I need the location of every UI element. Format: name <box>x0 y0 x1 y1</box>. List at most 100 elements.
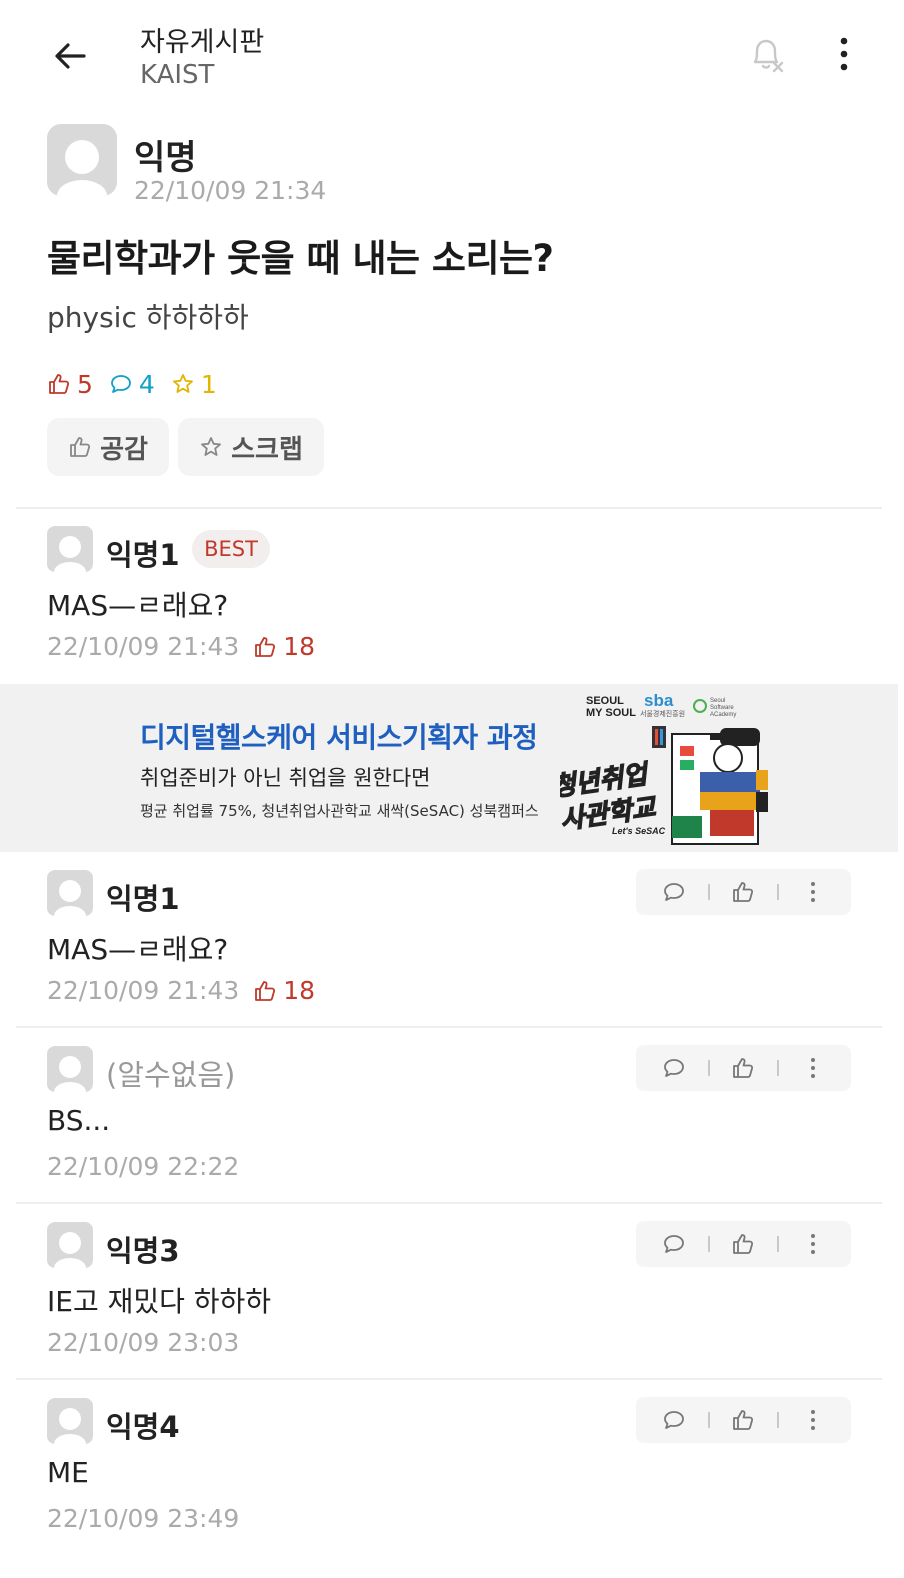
comment-avatar <box>47 526 93 572</box>
like-button-label: 공감 <box>100 434 148 465</box>
thumbs-up-icon <box>733 1410 754 1430</box>
comment-author: 익명3 <box>106 1234 180 1268</box>
comment-timestamp: 22/10/09 21:43 <box>47 632 240 661</box>
separator <box>777 1060 780 1076</box>
comment-timestamp: 22/10/09 23:03 <box>47 1328 240 1357</box>
comment-like-button[interactable] <box>721 872 765 912</box>
back-button[interactable] <box>48 34 92 78</box>
ad-title: 디지털헬스케어 서비스기획자 과정 <box>140 721 538 754</box>
default-avatar-icon <box>54 880 86 916</box>
comment-actions <box>636 1045 851 1091</box>
default-avatar-icon <box>54 1408 86 1444</box>
comment-like-value: 18 <box>283 976 316 1005</box>
comment-author: 익명1 <box>106 538 180 572</box>
post-author: 익명 <box>134 138 197 178</box>
comment-timestamp: 22/10/09 23:49 <box>47 1504 240 1533</box>
separator <box>707 1412 710 1428</box>
comment-more-button[interactable] <box>791 872 835 912</box>
more-vertical-icon <box>811 1234 816 1254</box>
notification-off-button[interactable] <box>744 32 788 76</box>
scrap-button-label: 스크랩 <box>231 434 303 465</box>
more-vertical-icon <box>840 37 848 71</box>
star-icon <box>201 437 222 456</box>
comment-icon <box>663 883 684 901</box>
comment-icon <box>111 375 131 393</box>
post-title: 물리학과가 웃을 때 내는 소리는? <box>47 237 554 280</box>
thumbs-up-icon <box>255 636 276 657</box>
arrow-left-icon <box>55 43 86 69</box>
star-icon <box>172 374 193 393</box>
academy-logo-line2: Software <box>710 705 734 711</box>
comment-icon <box>663 1411 684 1429</box>
divider <box>16 507 882 509</box>
comment-body: MAS—ㄹ래요? <box>47 589 229 622</box>
default-avatar-icon <box>54 1056 86 1092</box>
seoul-logo-line1: SEOUL <box>586 695 624 707</box>
separator <box>777 1412 780 1428</box>
like-button[interactable]: 공감 <box>47 418 169 476</box>
separator <box>777 1236 780 1252</box>
default-avatar-icon <box>54 1232 86 1268</box>
reply-button[interactable] <box>652 1048 696 1088</box>
reply-button[interactable] <box>652 1400 696 1440</box>
comment-avatar <box>47 870 93 916</box>
board-subtitle: KAIST <box>140 60 215 90</box>
ad-art-text-3: Let's SeSAC <box>612 826 666 836</box>
comment-count: 4 <box>109 370 155 399</box>
comment-icon <box>663 1059 684 1077</box>
divider <box>16 1378 882 1380</box>
seoul-logo-line2: MY SOUL <box>586 707 636 719</box>
separator <box>777 884 780 900</box>
post-stats: 5 4 1 <box>47 368 233 400</box>
more-options-button[interactable] <box>822 32 866 76</box>
comment-like-button[interactable] <box>721 1400 765 1440</box>
separator <box>707 1060 710 1076</box>
comment-body: IE고 재밌다 하하하 <box>47 1285 272 1318</box>
ad-description: 평균 취업률 75%, 청년취업사관학교 새싹(SeSAC) 성북캠퍼스 <box>140 802 539 820</box>
comment-actions <box>636 1221 851 1267</box>
divider <box>16 1202 882 1204</box>
default-avatar-icon <box>54 536 86 572</box>
comment-more-button[interactable] <box>791 1048 835 1088</box>
comment-like-count: 18 <box>253 976 315 1005</box>
comment-author: 익명4 <box>106 1410 180 1444</box>
thumbs-up-icon <box>255 980 276 1001</box>
ad-subtitle: 취업준비가 아닌 취업을 원한다면 <box>140 766 431 790</box>
post-author-avatar <box>47 124 117 196</box>
comment-body: BS... <box>47 1104 111 1137</box>
sba-logo: sba <box>644 691 674 710</box>
reply-button[interactable] <box>652 1224 696 1264</box>
comment-author: 익명1 <box>106 882 180 916</box>
comment-like-button[interactable] <box>721 1224 765 1264</box>
comment-meta: 22/10/09 21:43 18 <box>47 976 315 1005</box>
comment-actions <box>636 1397 851 1443</box>
separator <box>707 884 710 900</box>
thumbs-up-icon <box>70 437 91 457</box>
comment-meta: 22/10/09 21:43 18 <box>47 632 315 661</box>
like-count: 5 <box>47 370 93 399</box>
ad-banner[interactable]: 디지털헬스케어 서비스기획자 과정 취업준비가 아닌 취업을 원한다면 평균 취… <box>0 684 898 852</box>
comment-more-button[interactable] <box>791 1400 835 1440</box>
reply-button[interactable] <box>652 872 696 912</box>
like-count-value: 5 <box>77 369 93 399</box>
comment-meta: 22/10/09 22:22 <box>47 1152 239 1181</box>
thumbs-up-icon <box>733 882 754 902</box>
sba-logo-sub: 서울경제진흥원 <box>640 709 685 718</box>
scrap-button[interactable]: 스크랩 <box>178 418 324 476</box>
comment-body: MAS—ㄹ래요? <box>47 933 229 966</box>
comment-meta: 22/10/09 23:03 <box>47 1328 239 1357</box>
comment-like-button[interactable] <box>721 1048 765 1088</box>
comment-avatar <box>47 1398 93 1444</box>
comment-meta: 22/10/09 23:49 <box>47 1504 239 1533</box>
comment-timestamp: 22/10/09 22:22 <box>47 1152 240 1181</box>
comment-avatar <box>47 1222 93 1268</box>
academy-logo-line3: ACademy <box>710 712 736 718</box>
thumbs-up-icon <box>49 374 70 394</box>
comment-author: (알수없음) <box>106 1058 236 1092</box>
best-badge: BEST <box>192 530 270 568</box>
comment-like-value: 18 <box>283 632 316 661</box>
thumbs-up-icon <box>733 1234 754 1254</box>
comment-more-button[interactable] <box>791 1224 835 1264</box>
thumbs-up-icon <box>733 1058 754 1078</box>
comment-icon <box>663 1235 684 1253</box>
